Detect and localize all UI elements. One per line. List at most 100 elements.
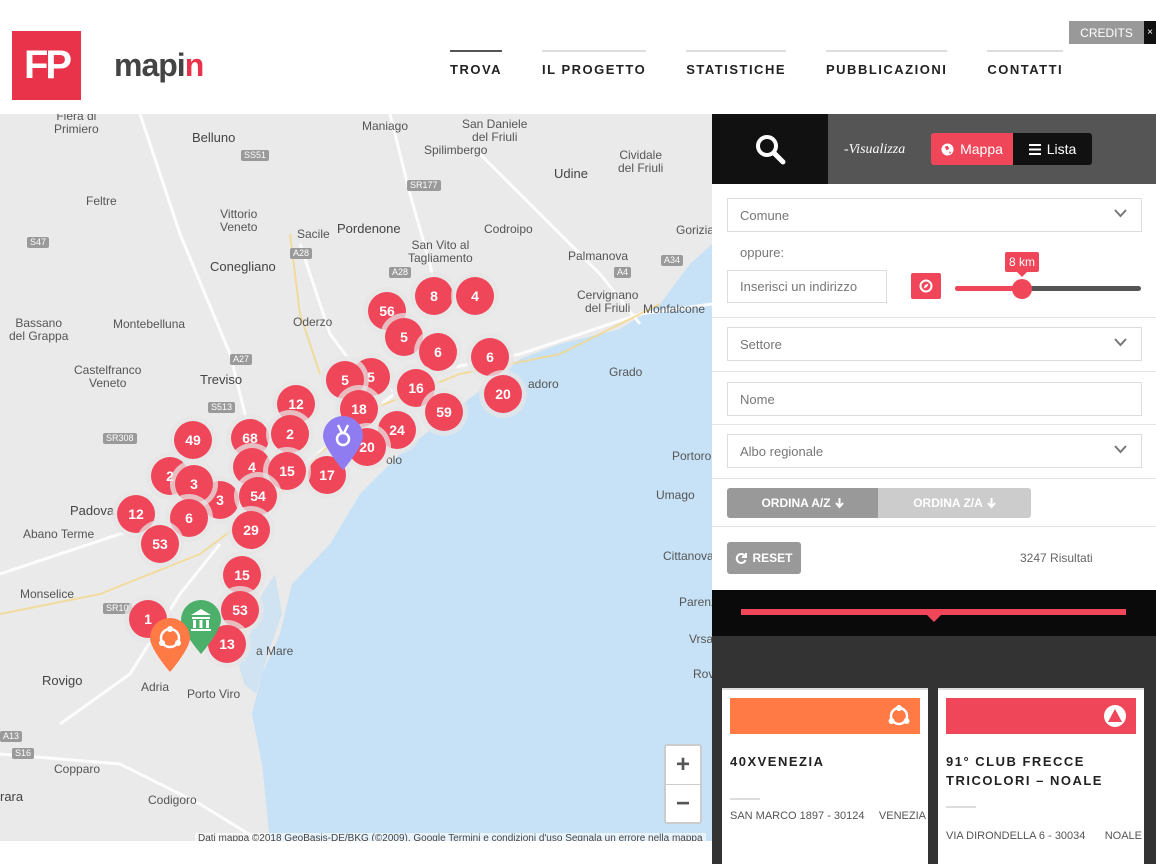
arrow-down-icon [987,497,996,509]
map-cluster[interactable]: 53 [136,520,184,568]
place-label: a Mare [256,644,294,658]
place-label: Gorizia [676,223,712,237]
map-cluster[interactable]: 29 [227,506,275,554]
place-label: Cervignano del Friuli [577,288,639,315]
cluster-count: 29 [232,511,270,549]
map-cluster[interactable]: 20 [479,370,527,418]
zoom-control: + − [664,744,702,824]
place-label: adoro [528,377,559,391]
fp-logo[interactable]: FP [12,31,81,100]
cluster-count: 4 [456,277,494,315]
place-label: Padova [70,503,115,518]
address-input[interactable]: Inserisci un indirizzo [727,270,887,303]
road-shield: A27 [230,354,253,365]
list-icon [1028,143,1041,155]
nav-contatti[interactable]: CONTATTI [987,50,1064,77]
place-label: Codigoro [148,793,197,807]
credits-button[interactable]: CREDITS [1069,21,1144,44]
card-title: 91° CLUB FRECCE TRICOLORI – NOALE [946,754,1103,788]
place-label: Cittanova [663,549,712,563]
place-label: Umago [656,488,695,502]
place-label: San Daniele del Friuli [462,117,528,144]
place-label: Conegliano [210,259,276,274]
map-cluster[interactable]: 59 [420,388,468,436]
arrow-down-icon [834,497,844,509]
place-label: Monfalcone [643,302,706,316]
divider [712,317,1156,318]
place-label: Rov [693,667,712,681]
place-label: Pordenone [337,221,401,236]
place-label: Bassano del Grappa [9,316,69,343]
view-list-label: Lista [1046,141,1077,157]
community-marker-icon[interactable] [148,617,192,673]
mapin-logo[interactable]: mapin [114,47,204,84]
sort-az-button[interactable]: ORDINA A/Z [727,488,878,518]
card-street: VIA DIRONDELLA 6 - 30034 [946,830,1086,842]
place-label: Castelfranco Veneto [74,363,142,390]
locate-button[interactable] [911,273,941,299]
nome-placeholder: Nome [740,391,775,407]
credits-close-icon[interactable]: × [1144,21,1156,44]
settore-placeholder: Settore [740,336,782,352]
divider [712,371,1156,372]
accent-notch [927,615,941,622]
card-divider [730,798,760,800]
settore-select[interactable]: Settore [727,327,1142,361]
place-label: Feltre [86,194,117,208]
view-map-label: Mappa [960,141,1003,157]
cluster-count: 53 [141,525,179,563]
cluster-count: 20 [484,375,522,413]
road-shield: A28 [290,248,313,259]
medal-marker-icon[interactable] [321,415,365,471]
nav-pubblicazioni[interactable]: PUBBLICAZIONI [826,50,948,77]
place-label: Oderzo [293,315,333,329]
place-label: Montebelluna [113,317,186,331]
search-panel: -Visualizza Mappa Lista Comune oppure: I… [712,114,1156,864]
view-map-button[interactable]: Mappa [931,133,1013,165]
comune-select[interactable]: Comune [727,198,1142,232]
result-card[interactable]: 40XVENEZIA SAN MARCO 1897 - 30124 VENEZI… [722,688,928,864]
road-shield: S47 [27,237,50,248]
nav-il-progetto[interactable]: IL PROGETTO [542,50,647,77]
place-label: rara [0,789,24,804]
compass-icon [919,279,933,293]
map-cluster[interactable]: 4 [451,272,499,320]
card-title: 40XVENEZIA [730,754,825,769]
place-label: San Vito al Tagliamento [408,238,473,265]
address-placeholder: Inserisci un indirizzo [740,279,858,294]
zoom-in-button[interactable]: + [666,746,700,784]
globe-icon [941,142,954,156]
nav-statistiche[interactable]: STATISTICHE [686,50,786,77]
radius-slider-handle[interactable] [1011,279,1032,299]
reset-button[interactable]: RESET [727,542,801,574]
road-shield: S16 [12,748,35,759]
map-view[interactable]: Fiera di Primiero Belluno Maniago San Dan… [0,114,712,841]
place-label: Belluno [192,130,236,145]
nome-input[interactable]: Nome [727,382,1142,416]
road-shield: A4 [614,267,632,278]
place-label: Copparo [54,762,101,776]
albo-select[interactable]: Albo regionale [727,434,1142,468]
cluster-count: 59 [425,393,463,431]
place-label: Parenz [679,595,712,609]
sort-az-label: ORDINA A/Z [761,496,831,510]
view-list-button[interactable]: Lista [1013,133,1092,165]
sort-za-label: ORDINA Z/A [913,496,983,510]
main-nav: TROVA IL PROGETTO STATISTICHE PUBBLICAZI… [430,50,1083,77]
card-city: VENEZIA [878,810,926,822]
place-label: Treviso [200,372,243,387]
place-label: Vittorio Veneto [220,207,258,234]
reset-label: RESET [752,551,793,565]
search-button[interactable] [712,114,828,184]
oppure-label: oppure: [740,245,785,260]
site-header: FP mapin TROVA IL PROGETTO STATISTICHE P… [0,0,1156,114]
sort-za-button[interactable]: ORDINA Z/A [878,488,1031,518]
divider [712,478,1156,479]
radius-value-tooltip: 8 km [1004,252,1039,277]
radius-slider[interactable]: 8 km [955,252,1141,299]
map-attribution[interactable]: Dati mappa ©2018 GeoBasis-DE/BKG (©2009)… [195,833,706,841]
zoom-out-button[interactable]: − [666,785,700,823]
triangle-icon [1104,705,1126,727]
result-card[interactable]: 91° CLUB FRECCE TRICOLORI – NOALE VIA DI… [938,688,1144,864]
nav-trova[interactable]: TROVA [450,50,503,77]
